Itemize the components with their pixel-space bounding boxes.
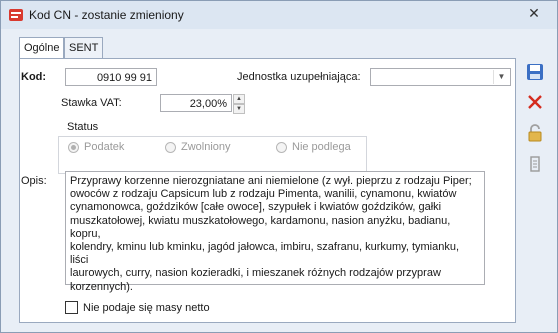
delete-icon <box>528 95 542 109</box>
stawka-field[interactable]: 23,00% <box>160 94 232 112</box>
radio-label: Nie podlega <box>292 141 351 153</box>
spin-down-icon[interactable]: ▼ <box>233 104 245 114</box>
opis-textarea[interactable]: Przyprawy korzenne nierozgniatane ani ni… <box>65 171 485 293</box>
chevron-down-icon[interactable]: ▼ <box>493 70 509 84</box>
jednostka-label: Jednostka uzupełniająca: <box>237 71 361 83</box>
stawka-label: Stawka VAT: <box>61 97 122 109</box>
radio-zwolniony[interactable]: Zwolniony <box>165 141 231 153</box>
kod-field[interactable]: 0910 99 91 <box>65 68 157 86</box>
radio-dot-icon <box>165 141 176 153</box>
radio-nie-podlega[interactable]: Nie podlega <box>276 141 351 153</box>
radio-label: Zwolniony <box>181 141 231 153</box>
window-title: Kod CN - zostanie zmieniony <box>29 8 184 22</box>
app-icon <box>9 9 23 21</box>
lock-icon <box>528 124 542 142</box>
lock-button[interactable] <box>523 122 547 144</box>
masa-label: Nie podaje się masy netto <box>83 301 210 314</box>
title-bar[interactable]: Kod CN - zostanie zmieniony ✕ <box>1 1 557 29</box>
tab-ogolne[interactable]: Ogólne <box>19 37 65 59</box>
checkbox-icon <box>65 301 78 314</box>
radio-label: Podatek <box>84 141 125 153</box>
radio-podatek[interactable]: Podatek <box>68 141 124 153</box>
status-title: Status <box>64 121 102 133</box>
radio-dot-icon <box>68 141 79 153</box>
stawka-spinner[interactable]: ▲ ▼ <box>233 94 245 114</box>
attach-button[interactable] <box>523 153 547 175</box>
delete-button[interactable] <box>523 91 547 113</box>
radio-dot-icon <box>276 141 287 153</box>
spin-up-icon[interactable]: ▲ <box>233 94 245 104</box>
save-button[interactable] <box>523 61 547 83</box>
jednostka-dropdown[interactable]: ▼ <box>370 68 511 86</box>
dialog-window: Kod CN - zostanie zmieniony ✕ Ogólne SEN… <box>0 0 558 333</box>
opis-label: Opis: <box>21 175 47 187</box>
save-icon <box>527 64 543 80</box>
attach-icon <box>530 156 540 172</box>
close-button[interactable]: ✕ <box>511 1 557 25</box>
kod-label: Kod: <box>21 71 47 83</box>
close-icon: ✕ <box>528 4 540 21</box>
tab-sent[interactable]: SENT <box>64 37 104 58</box>
masa-checkbox[interactable]: Nie podaje się masy netto <box>65 301 210 314</box>
